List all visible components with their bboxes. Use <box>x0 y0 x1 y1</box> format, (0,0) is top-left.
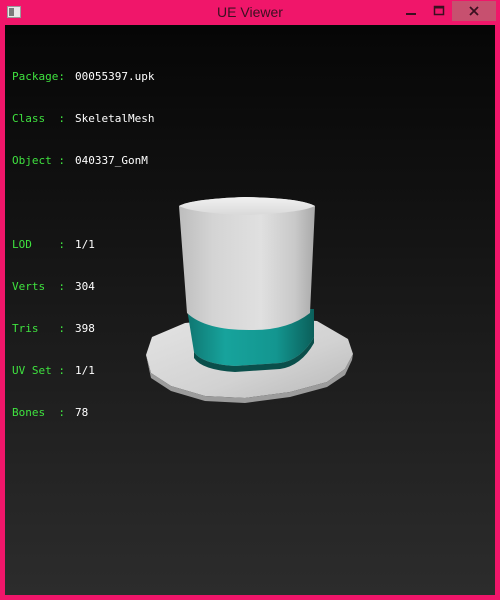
close-icon <box>469 6 479 16</box>
maximize-button[interactable] <box>426 1 452 21</box>
hat-crown <box>179 197 315 331</box>
minimize-button[interactable] <box>398 1 424 21</box>
title-bar[interactable]: UE Viewer <box>0 0 500 26</box>
window-title: UE Viewer <box>217 4 283 20</box>
close-button[interactable] <box>452 1 496 21</box>
render-viewport[interactable]: Package: 00055397.upk Class : SkeletalMesh… <box>5 25 495 595</box>
top-hat-mesh[interactable] <box>5 25 495 595</box>
maximize-icon <box>433 5 445 16</box>
ue-viewer-window: UE Viewer Package: 00055397.upk Class : Sk… <box>0 0 500 600</box>
minimize-icon <box>406 13 416 15</box>
